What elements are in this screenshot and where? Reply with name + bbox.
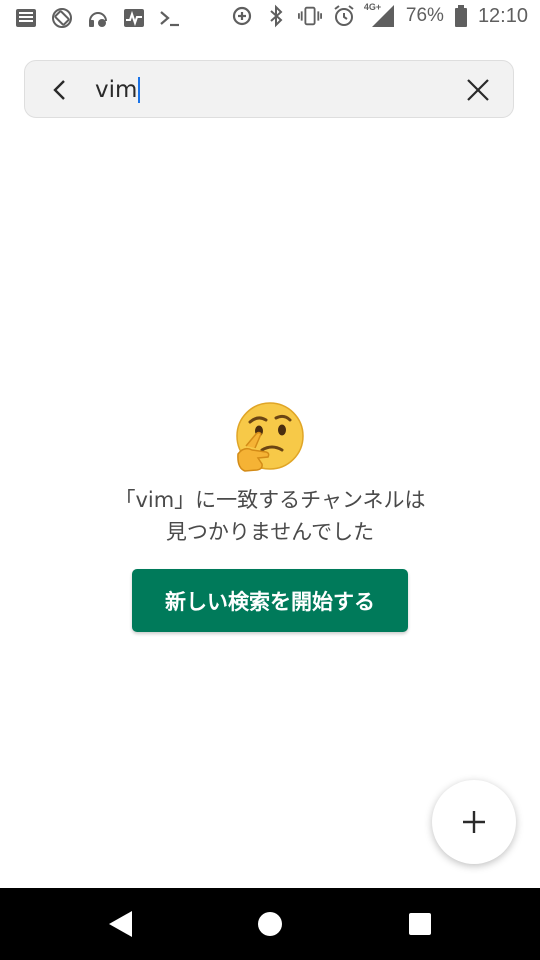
vibrate-icon [297, 4, 322, 28]
text-caret [138, 77, 141, 103]
headset-icon [86, 6, 110, 30]
news-icon [14, 6, 38, 30]
no-results-line2: 見つかりませんでした [165, 520, 375, 544]
nav-recents-button[interactable] [404, 908, 436, 940]
status-bar: 4G+ 76% 12:10 [0, 0, 540, 36]
close-icon [467, 79, 489, 101]
plus-icon [463, 811, 485, 833]
clear-search-button[interactable] [463, 75, 493, 105]
nav-back-button[interactable] [104, 908, 136, 940]
network-label: 4G+ [363, 2, 382, 12]
rotate-icon [50, 6, 74, 30]
back-button[interactable] [45, 75, 75, 105]
bluetooth-icon [264, 4, 288, 28]
battery-percent: 76% [405, 5, 444, 26]
compose-fab[interactable] [432, 780, 516, 864]
status-left-icons [14, 6, 182, 30]
no-results-line1: 「vim」に一致するチャンネルは [114, 488, 426, 512]
chevron-left-icon [53, 80, 65, 100]
no-results-message: 「vim」に一致するチャンネルは 見つかりませんでした [40, 484, 500, 548]
back-triangle-icon [109, 911, 132, 937]
new-search-button[interactable]: 新しい検索を開始する [132, 569, 408, 632]
clock: 12:10 [477, 4, 528, 27]
nav-home-button[interactable] [254, 908, 286, 940]
search-bar: vim [24, 60, 514, 118]
status-right-icons: 4G+ 76% 12:10 [230, 2, 528, 28]
activity-icon [122, 6, 146, 30]
signal-4g-icon: 4G+ [363, 2, 396, 28]
alarm-icon [332, 4, 356, 28]
thinking-face-icon [232, 400, 308, 476]
terminal-icon [158, 6, 182, 30]
search-query: vim [95, 77, 138, 103]
battery-icon [454, 4, 468, 28]
recents-square-icon [409, 913, 431, 935]
data-saver-icon [230, 4, 254, 28]
home-circle-icon [258, 912, 282, 936]
search-input[interactable]: vim [95, 71, 445, 109]
system-navigation-bar [0, 888, 540, 960]
